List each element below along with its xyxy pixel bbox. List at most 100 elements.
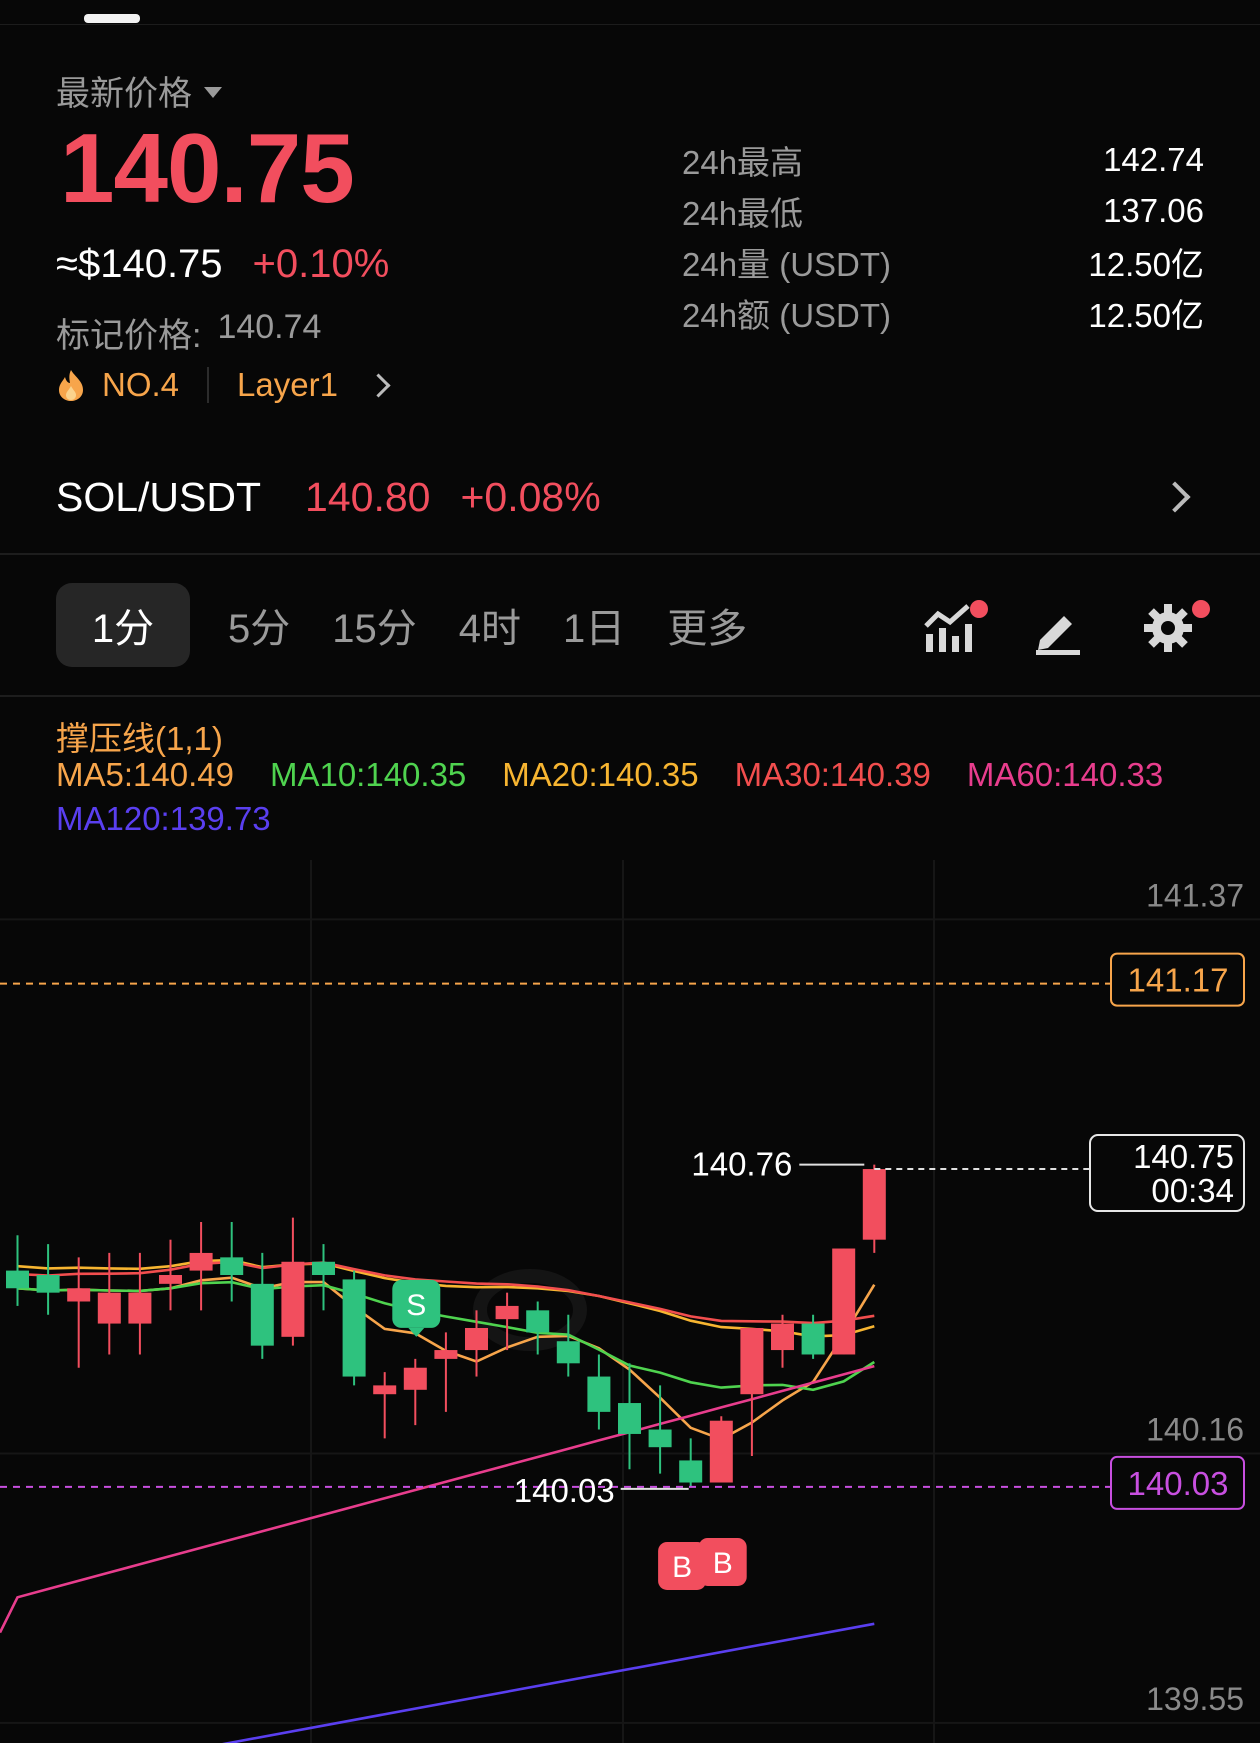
candle-body bbox=[556, 1341, 580, 1364]
price-type-selector[interactable]: 最新价格 bbox=[56, 66, 222, 115]
chevron-right-icon bbox=[366, 372, 391, 398]
divider bbox=[207, 367, 210, 403]
support-value: 140.03 bbox=[1128, 1465, 1229, 1502]
chevron-right-icon[interactable] bbox=[1159, 481, 1191, 513]
ma120-line bbox=[221, 1622, 875, 1743]
candle-body bbox=[679, 1460, 703, 1483]
tab-more[interactable]: 更多 bbox=[663, 583, 751, 667]
settings-button[interactable] bbox=[1140, 600, 1210, 656]
drag-handle[interactable] bbox=[84, 14, 140, 23]
pair-name: SOL/USDT bbox=[56, 474, 262, 520]
candle-body bbox=[403, 1367, 427, 1390]
candle-body bbox=[648, 1429, 672, 1448]
candle-body bbox=[6, 1270, 29, 1289]
notification-dot bbox=[1192, 600, 1210, 618]
candle-body bbox=[434, 1350, 458, 1359]
y-axis-label: 140.16 bbox=[1146, 1412, 1244, 1448]
stat-label: 24h额 (USDT) bbox=[682, 296, 892, 334]
stats-panel: 24h最高 142.74 24h最低 137.06 24h量 (USDT) 12.50… bbox=[682, 134, 1204, 338]
tab-1m[interactable]: 1分 bbox=[56, 583, 190, 667]
candle-body bbox=[281, 1261, 305, 1337]
candle-body bbox=[128, 1292, 152, 1324]
candle-body bbox=[832, 1248, 856, 1355]
ma30-label: MA30:140.39 bbox=[734, 756, 931, 793]
candle-body bbox=[250, 1283, 274, 1346]
pencil-icon bbox=[1036, 616, 1080, 655]
low-mark-label: 140.03 bbox=[514, 1472, 615, 1509]
stat-row: 24h量 (USDT) 12.50亿 bbox=[682, 236, 1204, 287]
ma-legend: MA5:140.49 MA10:140.35 MA20:140.35 MA30:… bbox=[56, 756, 1163, 794]
tab-4h[interactable]: 4时 bbox=[455, 583, 525, 667]
flame-icon bbox=[59, 370, 83, 401]
category-label: Layer1 bbox=[237, 366, 338, 403]
stat-label: 24h量 (USDT) bbox=[682, 245, 892, 283]
candle-body bbox=[342, 1279, 366, 1377]
divider bbox=[0, 553, 1260, 555]
candle-body bbox=[618, 1403, 641, 1434]
stat-value: 142.74 bbox=[1103, 140, 1204, 178]
tab-15m[interactable]: 15分 bbox=[328, 583, 421, 667]
pair-row[interactable]: SOL/USDT 140.80 +0.08% bbox=[56, 474, 601, 521]
mark-price-label: 标记价格: bbox=[56, 317, 202, 355]
candle-body bbox=[373, 1385, 397, 1395]
mark-price-value: 140.74 bbox=[217, 308, 322, 346]
pair-price: 140.80 bbox=[305, 474, 431, 520]
price-type-label: 最新价格 bbox=[56, 75, 192, 113]
stat-value: 12.50亿 bbox=[1088, 245, 1204, 283]
candle-body bbox=[465, 1327, 488, 1351]
countdown: 00:34 bbox=[1151, 1172, 1234, 1209]
candle-body bbox=[771, 1323, 794, 1351]
indicator-button[interactable] bbox=[922, 600, 988, 656]
stat-row: 24h额 (USDT) 12.50亿 bbox=[682, 287, 1204, 338]
candle-body bbox=[159, 1275, 182, 1284]
last-price-value: 140.75 bbox=[1133, 1138, 1234, 1175]
high-mark-label: 140.76 bbox=[691, 1146, 792, 1183]
interval-tabs: 1分 5分 15分 4时 1日 更多 bbox=[56, 583, 785, 667]
buy-signal-text: B bbox=[672, 1551, 692, 1584]
resistance-value: 141.17 bbox=[1128, 962, 1229, 999]
y-axis-label: 139.55 bbox=[1146, 1681, 1244, 1717]
ma20-label: MA20:140.35 bbox=[502, 756, 699, 793]
stat-label: 24h最高 bbox=[682, 143, 804, 181]
candle-body bbox=[801, 1323, 825, 1355]
gear-icon bbox=[1144, 604, 1192, 652]
ma10-label: MA10:140.35 bbox=[269, 756, 467, 793]
stat-value: 137.06 bbox=[1103, 191, 1204, 229]
sell-signal-text: S bbox=[406, 1289, 426, 1322]
stat-value: 12.50亿 bbox=[1088, 296, 1204, 334]
ma60-label: MA60:140.33 bbox=[966, 756, 1164, 793]
kline-chart[interactable]: 141.37 140.16 139.55 141.17 140.03 140.7500:3… bbox=[0, 860, 1260, 1743]
tab-5m[interactable]: 5分 bbox=[224, 583, 294, 667]
y-axis-label: 141.37 bbox=[1146, 877, 1244, 913]
caret-down-icon bbox=[204, 87, 222, 98]
rank-row[interactable]: NO.4 Layer1 bbox=[56, 366, 391, 404]
candles bbox=[6, 1164, 886, 1487]
ma60-line bbox=[0, 1364, 875, 1634]
indicator-title: 撑压线(1,1) bbox=[56, 720, 223, 757]
candle-body bbox=[189, 1252, 213, 1271]
stat-label: 24h最低 bbox=[682, 194, 804, 232]
candle-body bbox=[220, 1257, 244, 1276]
rank-label: NO.4 bbox=[102, 366, 180, 403]
pair-change: +0.08% bbox=[460, 474, 601, 520]
candle-body bbox=[526, 1310, 550, 1333]
buy-signal-text: B bbox=[713, 1547, 733, 1580]
ma120-label: MA120:139.73 bbox=[56, 800, 271, 837]
notification-dot bbox=[970, 600, 988, 618]
stat-row: 24h最高 142.74 bbox=[682, 134, 1204, 185]
candle-body bbox=[862, 1169, 886, 1240]
stat-row: 24h最低 137.06 bbox=[682, 185, 1204, 236]
tab-1d[interactable]: 1日 bbox=[559, 583, 629, 667]
candle-body bbox=[587, 1376, 611, 1412]
candle-body bbox=[312, 1261, 335, 1276]
candle-body bbox=[740, 1327, 764, 1395]
divider bbox=[0, 695, 1260, 697]
candle-body bbox=[97, 1292, 121, 1324]
candle-body bbox=[67, 1288, 91, 1302]
candle-body bbox=[495, 1305, 519, 1320]
usd-price: ≈$140.75 bbox=[56, 242, 223, 286]
candle-body bbox=[36, 1275, 60, 1293]
mark-price-row: 标记价格: 140.74 bbox=[56, 308, 321, 357]
draw-button[interactable] bbox=[1030, 600, 1086, 656]
ma5-label: MA5:140.49 bbox=[56, 756, 234, 793]
